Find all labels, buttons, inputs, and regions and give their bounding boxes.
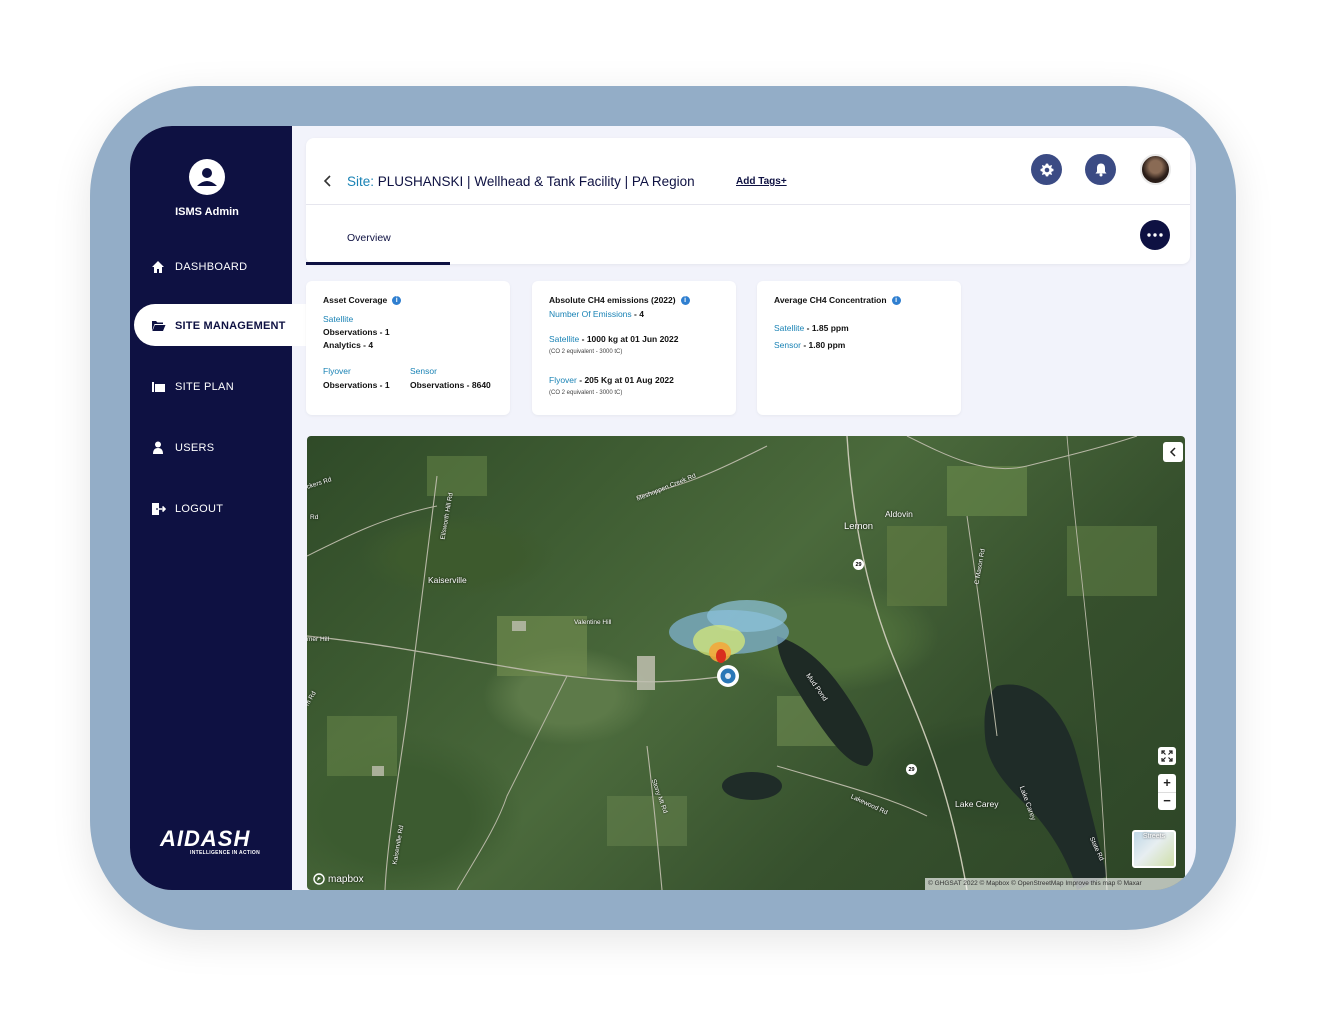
info-icon[interactable]: i	[891, 295, 901, 305]
site-plan-icon	[150, 379, 166, 395]
sidebar-item-label: SITE PLAN	[175, 381, 234, 393]
sidebar: ISMS Admin DASHBOARD SITE MANAGEMENT SIT…	[130, 126, 310, 890]
notifications-button[interactable]	[1085, 154, 1116, 185]
flyover-label: Flyover	[549, 375, 577, 385]
place-label: Kaiserville	[428, 575, 467, 585]
page-title: Site: PLUSHANSKI | Wellhead & Tank Facil…	[347, 174, 695, 189]
number-of-emissions: Number Of Emissions - 4	[549, 309, 644, 319]
card-title-text: Absolute CH4 emissions (2022)	[549, 295, 676, 305]
satellite-co2-note: (CO 2 equivalent - 3000 tC)	[549, 349, 623, 355]
sensor-concentration-value: - 1.80 ppm	[803, 340, 846, 350]
site-name: PLUSHANSKI | Wellhead & Tank Facility | …	[377, 174, 695, 189]
route-shield: 29	[853, 559, 864, 570]
place-label: Valentine Hill	[574, 619, 612, 626]
user-avatar-icon	[197, 168, 217, 186]
more-horizontal-icon	[1147, 233, 1163, 237]
number-of-emissions-label: Number Of Emissions	[549, 309, 632, 319]
map-attribution[interactable]: © GHGSAT 2022 © Mapbox © OpenStreetMap I…	[925, 878, 1185, 890]
mapbox-icon	[313, 873, 325, 885]
app-screen: ISMS Admin DASHBOARD SITE MANAGEMENT SIT…	[130, 126, 1196, 890]
chevron-left-icon	[1169, 447, 1176, 457]
sensor-label: Sensor	[410, 366, 437, 376]
absolute-emissions-card: Absolute CH4 emissions (2022) i Number O…	[532, 281, 736, 415]
site-header: Site: PLUSHANSKI | Wellhead & Tank Facil…	[306, 138, 1190, 265]
sidebar-item-dashboard[interactable]: DASHBOARD	[150, 256, 247, 278]
add-tags-link[interactable]: Add Tags+	[736, 176, 787, 187]
card-title: Asset Coverage i	[323, 295, 402, 305]
flyover-label: Flyover	[323, 366, 351, 376]
sidebar-item-label: USERS	[175, 442, 215, 454]
brand-name: AIDASH	[160, 826, 251, 851]
road-label: Rd	[310, 514, 319, 521]
card-title: Average CH4 Concentration i	[774, 295, 901, 305]
number-of-emissions-value: - 4	[634, 309, 644, 319]
info-icon[interactable]: i	[680, 295, 690, 305]
satellite-concentration: Satellite - 1.85 ppm	[774, 323, 849, 333]
profile-avatar[interactable]	[1140, 154, 1171, 185]
satellite-label: Satellite	[774, 323, 805, 333]
flyover-emission: Flyover - 205 Kg at 01 Aug 2022	[549, 375, 674, 385]
more-options-button[interactable]	[1140, 220, 1170, 250]
admin-avatar[interactable]	[189, 159, 225, 195]
satellite-emission-value: - 1000 kg at 01 Jun 2022	[581, 334, 679, 344]
satellite-emission: Satellite - 1000 kg at 01 Jun 2022	[549, 334, 679, 344]
sidebar-item-site-plan[interactable]: SITE PLAN	[150, 376, 234, 398]
settings-button[interactable]	[1031, 154, 1062, 185]
logout-icon	[150, 501, 166, 517]
admin-name: ISMS Admin	[175, 206, 239, 218]
route-shield: 29	[906, 764, 917, 775]
folder-open-icon	[150, 318, 166, 334]
chevron-left-icon[interactable]	[322, 174, 334, 188]
card-title-text: Average CH4 Concentration	[774, 295, 887, 305]
card-title-text: Asset Coverage	[323, 295, 388, 305]
sidebar-item-users[interactable]: USERS	[150, 437, 214, 459]
tab-active-indicator	[306, 262, 450, 265]
average-concentration-card: Average CH4 Concentration i Satellite - …	[757, 281, 961, 415]
card-title: Absolute CH4 emissions (2022) i	[549, 295, 690, 305]
collapse-panel-button[interactable]	[1163, 442, 1183, 462]
map-imagery	[307, 436, 1157, 890]
fullscreen-button[interactable]	[1158, 747, 1176, 765]
streets-label: Streets	[1142, 833, 1166, 840]
sidebar-item-label: SITE MANAGEMENT	[175, 320, 286, 332]
zoom-out-button[interactable]: −	[1158, 792, 1176, 810]
tab-overview[interactable]: Overview	[347, 232, 391, 244]
brand-logo: AIDASH INTELLIGENCE IN ACTION	[160, 826, 260, 856]
satellite-label: Satellite	[549, 334, 580, 344]
flyover-emission-value: - 205 Kg at 01 Aug 2022	[579, 375, 674, 385]
flyover-observations: Observations - 1	[323, 380, 390, 390]
satellite-observations: Observations - 1	[323, 327, 390, 337]
fullscreen-icon	[1161, 750, 1173, 762]
zoom-controls: + −	[1158, 774, 1176, 810]
sidebar-item-label: DASHBOARD	[175, 261, 248, 273]
mapbox-logo[interactable]: mapbox	[313, 873, 364, 885]
flyover-co2-note: (CO 2 equivalent - 3000 tC)	[549, 390, 623, 396]
place-label: Lemon	[844, 521, 874, 532]
info-icon[interactable]: i	[392, 295, 402, 305]
gear-icon	[1040, 163, 1053, 176]
satellite-map[interactable]: Lemon Aldovin Kaiserville Valentine Hill…	[307, 436, 1185, 890]
user-icon	[150, 440, 166, 456]
brand-tagline: INTELLIGENCE IN ACTION	[190, 850, 261, 856]
sensor-observations: Observations - 8640	[410, 380, 491, 390]
bell-icon	[1095, 163, 1106, 177]
place-label: Lake Carey	[955, 799, 999, 809]
sensor-concentration: Sensor - 1.80 ppm	[774, 340, 845, 350]
zoom-in-button[interactable]: +	[1163, 774, 1171, 792]
asset-coverage-card: Asset Coverage i Satellite Observations …	[306, 281, 510, 415]
site-prefix: Site:	[347, 174, 375, 189]
mapbox-label: mapbox	[328, 873, 364, 885]
place-label: Aldovin	[885, 509, 913, 519]
sidebar-item-label: LOGOUT	[175, 503, 224, 515]
sidebar-item-site-management[interactable]: SITE MANAGEMENT	[150, 315, 286, 337]
satellite-analytics: Analytics - 4	[323, 340, 374, 350]
header-divider	[306, 204, 1190, 205]
basemap-toggle-streets[interactable]: Streets	[1132, 830, 1176, 868]
sidebar-item-logout[interactable]: LOGOUT	[150, 498, 223, 520]
place-label: mer Hill	[307, 636, 330, 643]
satellite-concentration-value: - 1.85 ppm	[806, 323, 849, 333]
sensor-label: Sensor	[774, 340, 801, 350]
satellite-label: Satellite	[323, 314, 354, 324]
home-icon	[150, 259, 166, 275]
